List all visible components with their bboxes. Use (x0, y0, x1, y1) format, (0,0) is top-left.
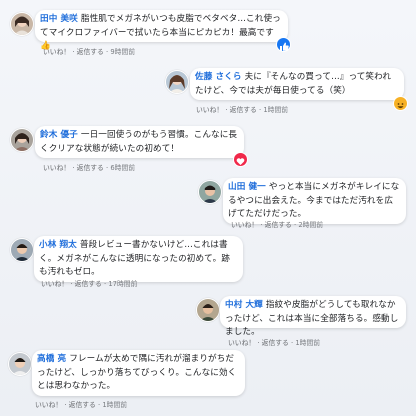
commenter-name[interactable]: 山田 健一 (228, 182, 266, 192)
timestamp: 2時間前 (298, 221, 324, 229)
like-link[interactable]: いいね！ (231, 221, 258, 229)
like-icon[interactable] (276, 37, 291, 52)
reply-link[interactable]: 返信する (265, 221, 292, 229)
commenter-name[interactable]: 田中 美咲 (40, 14, 78, 24)
avatar[interactable] (165, 70, 189, 94)
avatar[interactable] (198, 180, 222, 204)
comment-bubble: 小林 翔太 普段レビュー書かないけど…これは書く。メガネがこんなに透明になったの初… (34, 236, 243, 282)
reply-link[interactable]: 返信する (69, 401, 96, 409)
comment-bubble: 鈴木 優子 一日一回使うのがもう習慣。こんなに長くクリアな状態が続いたの初めて！ (35, 126, 244, 158)
avatar[interactable] (196, 298, 220, 322)
comment-bubble: 佐藤 さくら 夫に『そんなの買って…』って笑われたけど、今では夫が毎日使ってる（笑… (190, 68, 404, 100)
reply-link[interactable]: 返信する (75, 280, 102, 288)
like-link[interactable]: いいね！ (43, 48, 70, 56)
commenter-name[interactable]: 小林 翔太 (39, 240, 77, 250)
comment-meta: いいね！ · 返信する · 2時間前 (231, 221, 324, 229)
comment-meta: いいね！ · 返信する · 6時間前 (43, 164, 136, 172)
timestamp: 6時間前 (110, 164, 136, 172)
comment-meta: いいね！ · 返信する · 1時間前 (228, 339, 321, 347)
comment-meta: いいね！ · 返信する · 1時間前 (35, 401, 128, 409)
comment-meta: いいね！ · 返信する · 1時間前 (196, 106, 289, 114)
reply-link[interactable]: 返信する (77, 48, 104, 56)
avatar[interactable] (8, 352, 32, 376)
commenter-name[interactable]: 中村 大輝 (225, 300, 263, 310)
like-link[interactable]: いいね！ (41, 280, 68, 288)
like-link[interactable]: いいね！ (196, 106, 223, 114)
timestamp: 1時間前 (102, 401, 128, 409)
comment-meta: いいね！ · 返信する · 9時間前 (43, 48, 136, 56)
reply-link[interactable]: 返信する (230, 106, 257, 114)
love-icon[interactable] (233, 152, 248, 167)
timestamp: 17時間前 (108, 280, 138, 288)
like-link[interactable]: いいね！ (35, 401, 62, 409)
commenter-name[interactable]: 佐藤 さくら (195, 72, 242, 82)
timestamp: 1時間前 (295, 339, 321, 347)
commenter-name[interactable]: 鈴木 優子 (40, 130, 78, 140)
comment-bubble: 山田 健一 やっと本当にメガネがキレイになるやつに出会えた。今まではただ汚れを広げ… (223, 178, 406, 224)
timestamp: 1時間前 (263, 106, 289, 114)
comment-bubble: 田中 美咲 脂性肌でメガネがいつも皮脂でベタベタ…これ使ってマイクロファイバーで拭… (35, 10, 288, 51)
avatar[interactable] (10, 12, 34, 36)
like-link[interactable]: いいね！ (228, 339, 255, 347)
comment-bubble: 中村 大輝 指紋や皮脂がどうしても取れなかったけど、これは本当に全部落ちる。感動し… (220, 296, 406, 337)
haha-icon[interactable] (393, 96, 408, 111)
reply-link[interactable]: 返信する (77, 164, 104, 172)
like-link[interactable]: いいね！ (43, 164, 70, 172)
comment-bubble: 高橋 亮フレームが太めで隅に汚れが溜まりがちだったけど、しっかり落ちてびっくり。… (32, 350, 245, 396)
commenter-name[interactable]: 高橋 亮 (37, 354, 66, 364)
avatar[interactable] (10, 238, 34, 262)
avatar[interactable] (10, 128, 34, 152)
timestamp: 9時間前 (110, 48, 136, 56)
comment-meta: いいね！ · 返信する · 17時間前 (41, 280, 138, 288)
reply-link[interactable]: 返信する (262, 339, 289, 347)
comment-text: フレームが太めで隅に汚れが溜まりがちだったけど、しっかり落ちてびっくり。こんなに… (37, 354, 237, 391)
